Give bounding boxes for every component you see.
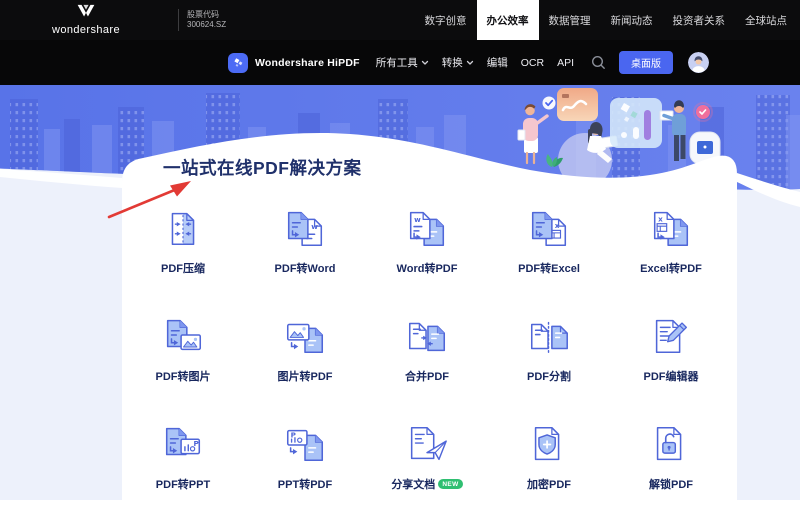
topnav-item[interactable]: 全球站点 <box>735 0 797 40</box>
nav-item-label: API <box>557 57 574 69</box>
stock-code: 300624.SZ <box>187 20 226 30</box>
nav-item[interactable]: 所有工具 <box>376 55 429 70</box>
nav-item-label: 所有工具 <box>376 55 418 70</box>
split-icon <box>526 314 572 360</box>
pdf-to-word-icon: w <box>282 206 328 252</box>
user-avatar[interactable] <box>688 52 709 73</box>
search-button[interactable] <box>591 55 606 70</box>
topnav-item[interactable]: 数据管理 <box>539 0 601 40</box>
wondershare-w-icon <box>75 4 97 22</box>
tool-label: 合并PDF <box>405 368 449 384</box>
tool-label: Word转PDF <box>397 260 458 276</box>
tool-item[interactable]: PDF编辑器 <box>610 314 732 422</box>
topnav-item[interactable]: 投资者关系 <box>663 0 736 40</box>
hipdf-brand[interactable]: Wondershare HiPDF <box>228 53 360 73</box>
tool-item[interactable]: P PDF转PPT <box>122 422 244 530</box>
tool-label: PDF转PPT <box>156 476 210 492</box>
tool-grid: PDF压缩 w PDF转Word w Word转PDF x PDF转Excel x Excel转… <box>122 206 732 530</box>
tool-label: 解锁PDF <box>649 476 693 492</box>
tool-label: PDF转Word <box>275 260 336 276</box>
nav-item[interactable]: API <box>557 57 574 69</box>
tool-item[interactable]: PDF压缩 <box>122 206 244 314</box>
nav-item[interactable]: OCR <box>521 57 544 69</box>
tool-label: PDF压缩 <box>161 260 205 276</box>
compress-icon <box>160 206 206 252</box>
wondershare-logo-text: wondershare <box>52 24 120 36</box>
search-icon <box>591 55 606 70</box>
pdf-to-excel-icon: x <box>526 206 572 252</box>
nav-item-label: OCR <box>521 57 544 69</box>
chevron-down-icon <box>466 59 474 67</box>
tool-label: 图片转PDF <box>278 368 333 384</box>
tool-item[interactable]: 解锁PDF <box>610 422 732 530</box>
corporate-nav: 数字创意办公效率数据管理新闻动态投资者关系全球站点 <box>415 0 798 40</box>
brand-name: Wondershare HiPDF <box>255 57 360 69</box>
tool-item[interactable]: x PDF转Excel <box>488 206 610 314</box>
tool-label: 加密PDF <box>527 476 571 492</box>
word-to-pdf-icon: w <box>404 206 450 252</box>
tool-item[interactable]: 分享文档NEW <box>366 422 488 530</box>
svg-text:x: x <box>555 221 560 230</box>
excel-to-pdf-icon: x <box>648 206 694 252</box>
ppt-to-pdf-icon: P <box>282 422 328 468</box>
merge-icon <box>404 314 450 360</box>
share-icon <box>404 422 450 468</box>
tool-item[interactable]: w PDF转Word <box>244 206 366 314</box>
tool-item[interactable]: 图片转PDF <box>244 314 366 422</box>
topnav-item[interactable]: 数字创意 <box>415 0 477 40</box>
protect-icon <box>526 422 572 468</box>
nav-item-label: 编辑 <box>487 55 508 70</box>
new-badge: NEW <box>438 479 462 489</box>
nav-item[interactable]: 编辑 <box>487 55 508 70</box>
product-navbar: Wondershare HiPDF 所有工具 转换 编辑 OCR API 桌面版 <box>0 40 800 85</box>
tool-label: PDF分割 <box>527 368 571 384</box>
tool-label: PPT转PDF <box>278 476 332 492</box>
hipdf-logo-icon <box>228 53 248 73</box>
tool-item[interactable]: x Excel转PDF <box>610 206 732 314</box>
svg-text:w: w <box>414 215 421 224</box>
wondershare-logo[interactable]: wondershare <box>52 4 120 36</box>
tool-item[interactable]: P PPT转PDF <box>244 422 366 530</box>
unlock-icon <box>648 422 694 468</box>
pdf-to-image-icon <box>160 314 206 360</box>
topnav-item[interactable]: 新闻动态 <box>601 0 663 40</box>
product-menu: 所有工具 转换 编辑 OCR API <box>376 55 574 70</box>
topbar-divider <box>178 9 179 31</box>
topnav-item[interactable]: 办公效率 <box>477 0 539 40</box>
tool-item[interactable]: 合并PDF <box>366 314 488 422</box>
svg-text:w: w <box>311 222 318 231</box>
tool-item[interactable]: w Word转PDF <box>366 206 488 314</box>
tool-label: PDF转图片 <box>156 368 211 384</box>
tool-label: PDF编辑器 <box>644 368 699 384</box>
tool-label: Excel转PDF <box>640 260 702 276</box>
nav-item[interactable]: 转换 <box>442 55 474 70</box>
tool-label: PDF转Excel <box>518 260 580 276</box>
nav-item-label: 转换 <box>442 55 463 70</box>
chevron-down-icon <box>421 59 429 67</box>
svg-text:P: P <box>194 439 199 448</box>
tool-item[interactable]: 加密PDF <box>488 422 610 530</box>
svg-text:x: x <box>658 214 663 223</box>
edit-icon <box>648 314 694 360</box>
stock-label: 股票代码 <box>187 10 226 20</box>
tool-item[interactable]: PDF分割 <box>488 314 610 422</box>
pdf-to-ppt-icon: P <box>160 422 206 468</box>
tool-label: 分享文档 <box>391 476 435 492</box>
stock-info: 股票代码 300624.SZ <box>187 10 226 30</box>
desktop-version-button[interactable]: 桌面版 <box>619 51 673 74</box>
top-corporate-bar: wondershare 股票代码 300624.SZ 数字创意办公效率数据管理新… <box>0 0 800 40</box>
image-to-pdf-icon <box>282 314 328 360</box>
tool-item[interactable]: PDF转图片 <box>122 314 244 422</box>
